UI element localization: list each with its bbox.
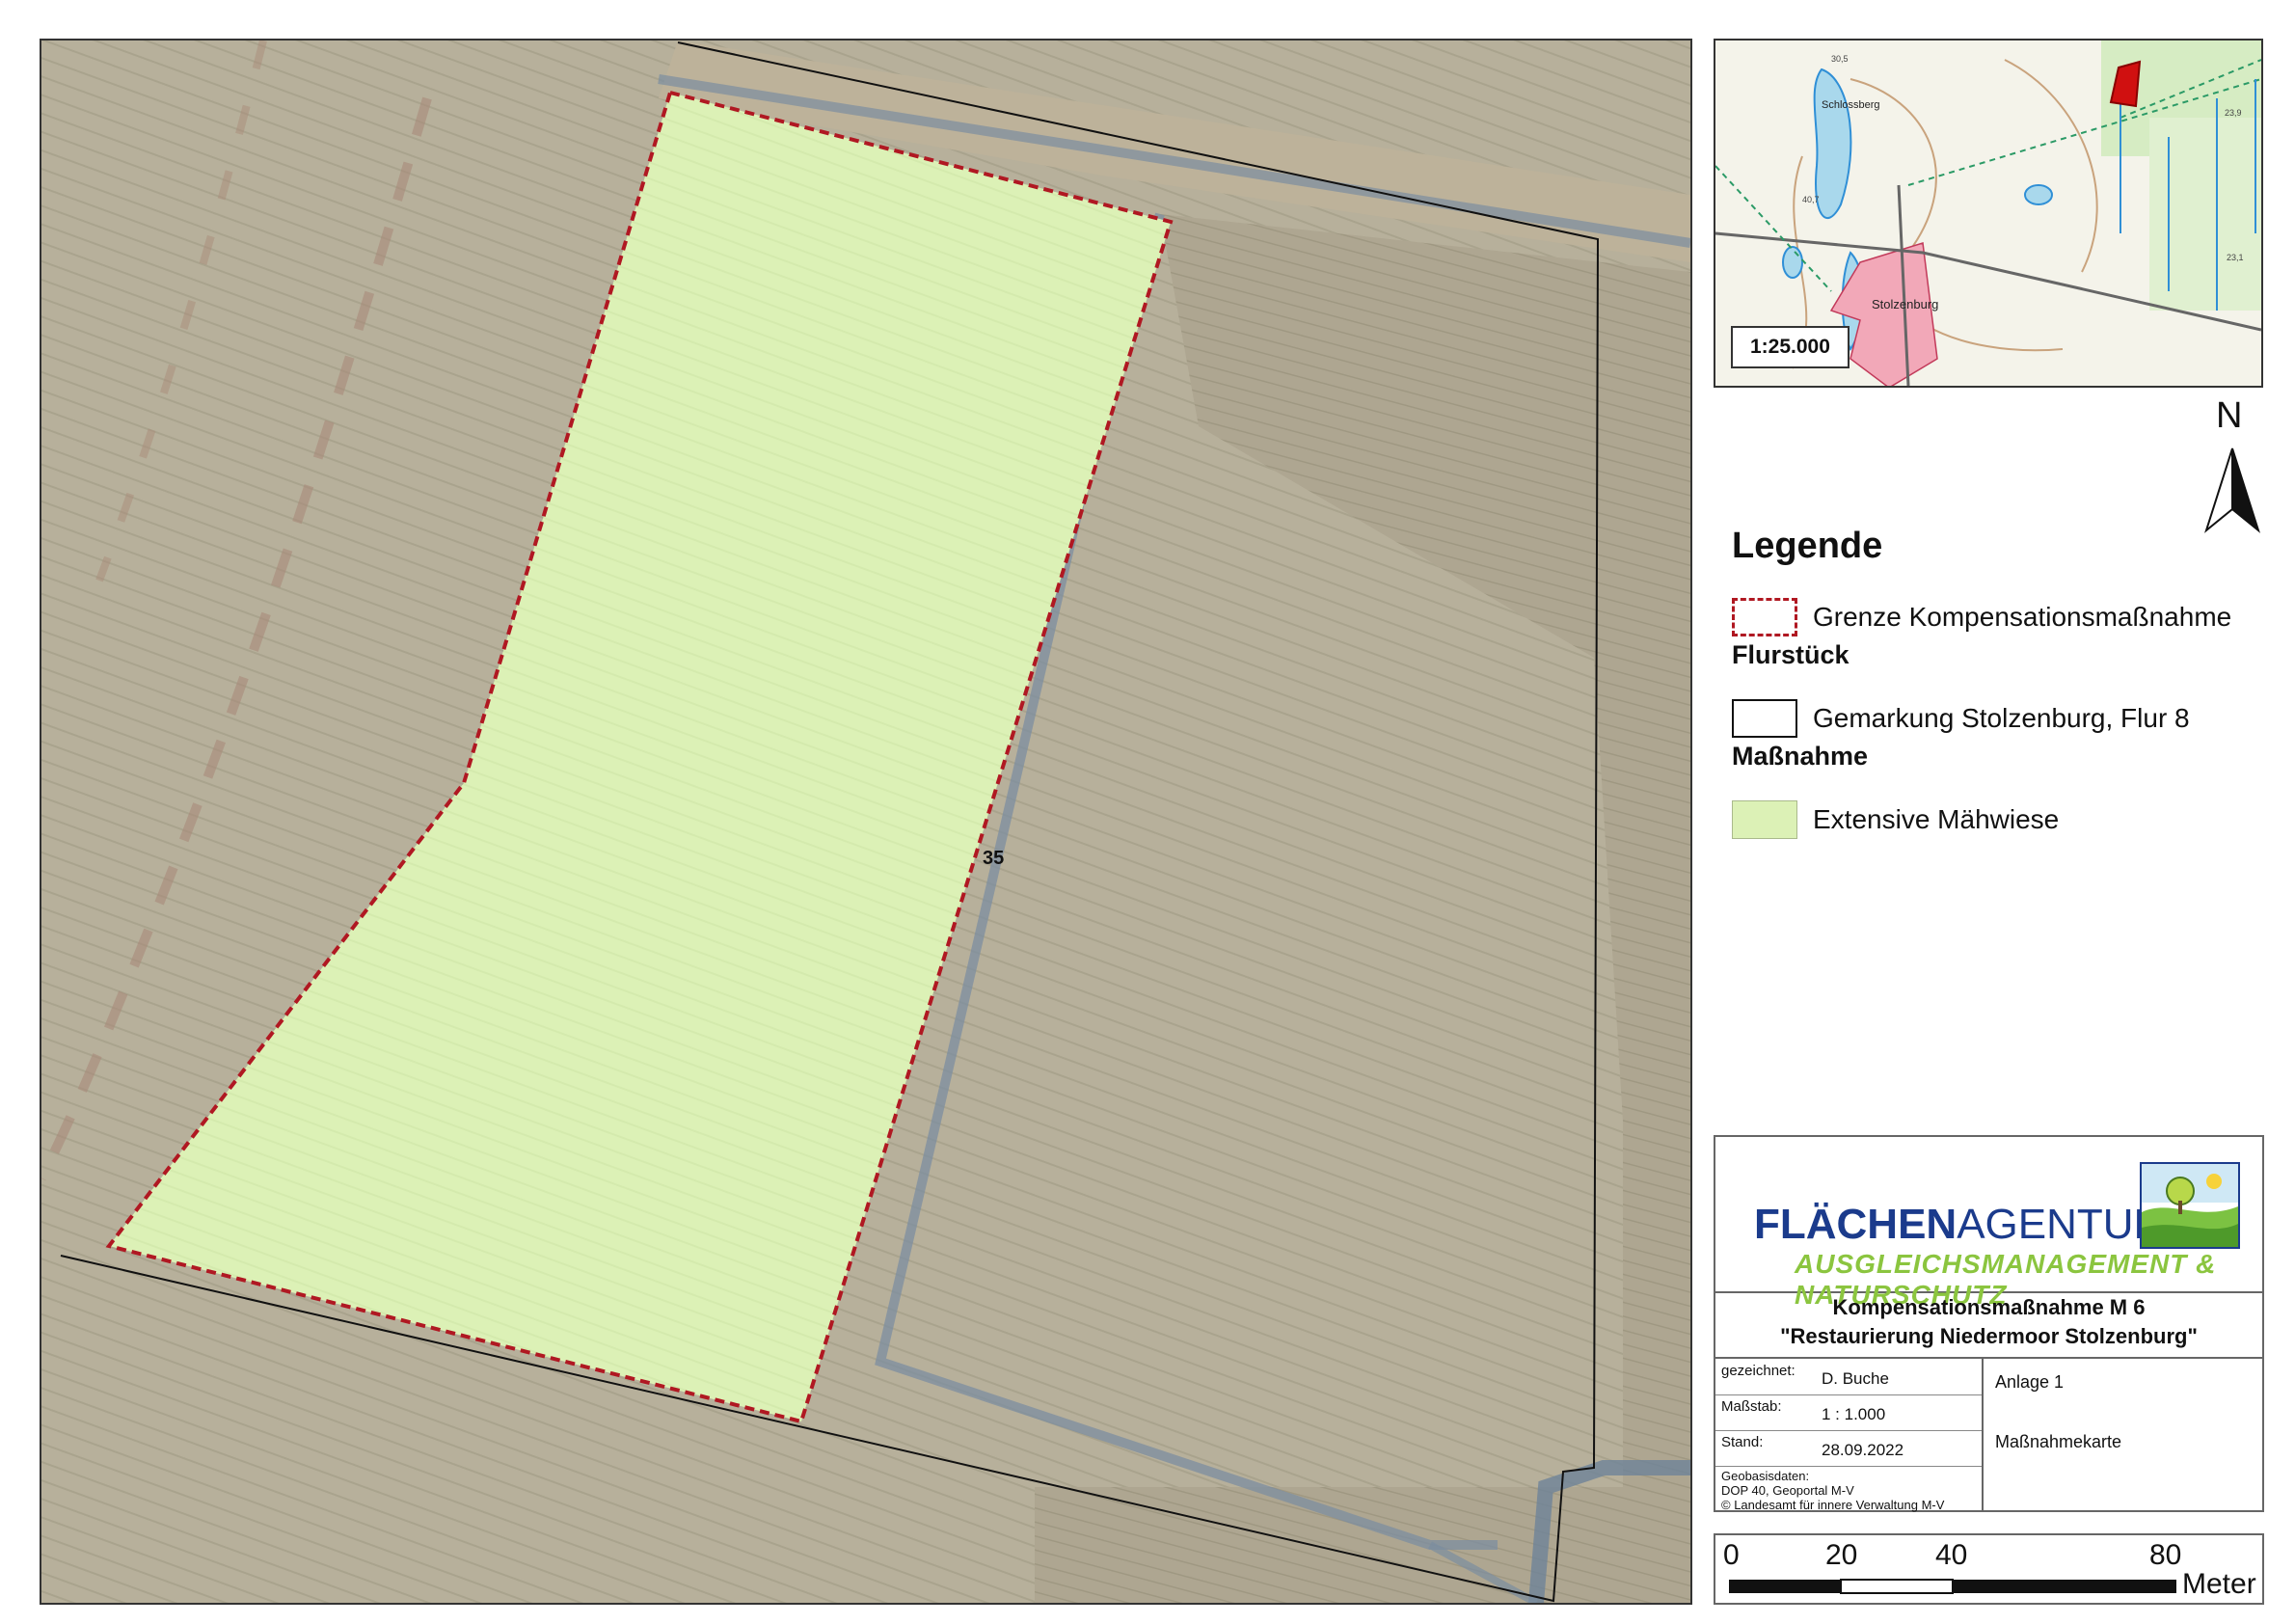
svg-text:30,5: 30,5 <box>1831 54 1849 64</box>
map-type-label: Maßnahmekarte <box>1995 1432 2122 1451</box>
scale-bar-graphic <box>1729 1579 2176 1594</box>
legend-heading-parcel: Flurstück <box>1732 640 1850 669</box>
svg-text:Stolzenburg: Stolzenburg <box>1872 297 1938 311</box>
main-map[interactable]: 35 <box>40 39 1692 1605</box>
map-title-line2: "Restaurierung Niedermoor Stolzenburg" <box>1780 1324 2198 1348</box>
legend-label-parcel: Gemarkung Stolzenburg, Flur 8 <box>1813 703 2190 733</box>
title-block: FLÄCHENAGENTUR MV AUSGLEICHSMANAGEMENT &… <box>1714 1135 2264 1512</box>
svg-text:40,7: 40,7 <box>1802 195 1820 204</box>
legend-label-measure: Extensive Mähwiese <box>1813 804 2060 834</box>
annex-label: Anlage 1 <box>1995 1372 2065 1392</box>
legend-title: Legende <box>1732 526 1883 566</box>
legend-swatch-parcel <box>1732 699 1797 738</box>
legend-heading-measure: Maßnahme <box>1732 742 1869 771</box>
map-title-line1: Kompensationsmaßnahme M 6 <box>1832 1295 2146 1319</box>
legend-item-boundary: Grenze Kompensationsmaßnahme <box>1732 588 2272 646</box>
aerial-photo: 35 <box>41 41 1690 1603</box>
scale-unit-label: Meter <box>2182 1568 2256 1600</box>
info-row-drawn-by: gezeichnet: D. Buche <box>1715 1359 1982 1395</box>
legend-swatch-measure <box>1732 800 1797 839</box>
legend-label-boundary: Grenze Kompensationsmaßnahme <box>1813 602 2232 632</box>
north-arrow-icon <box>2204 447 2260 533</box>
north-arrow: N <box>2199 395 2266 540</box>
overview-map[interactable]: Schlossberg Stolzenburg 30,5 23,9 40,7 2… <box>1714 39 2263 388</box>
parcel-number-label: 35 <box>983 848 1004 869</box>
scale-bar: 0 20 40 80 Meter <box>1714 1533 2264 1605</box>
landscape-logo-icon <box>2140 1162 2240 1249</box>
info-row-date: Stand: 28.09.2022 <box>1715 1430 1982 1467</box>
legend-swatch-boundary <box>1732 598 1797 636</box>
svg-text:23,9: 23,9 <box>2225 108 2242 118</box>
logo: FLÄCHENAGENTUR MV AUSGLEICHSMANAGEMENT &… <box>1715 1137 2262 1310</box>
info-row-scale: Maßstab: 1 : 1.000 <box>1715 1394 1982 1431</box>
legend: Legende Grenze Kompensationsmaßnahme Flu… <box>1732 526 2272 885</box>
svg-text:23,1: 23,1 <box>2227 253 2244 262</box>
map-title: Kompensationsmaßnahme M 6 "Restaurierung… <box>1715 1293 2262 1359</box>
legend-item-parcel: Gemarkung Stolzenburg, Flur 8 <box>1732 690 2272 747</box>
overview-scale-label: 1:25.000 <box>1731 326 1850 368</box>
svg-text:Schlossberg: Schlossberg <box>1822 99 1880 111</box>
drawing-info: gezeichnet: D. Buche Maßstab: 1 : 1.000 … <box>1715 1359 1984 1512</box>
data-source-note: Geobasisdaten: DOP 40, Geoportal M-V © L… <box>1721 1469 1945 1512</box>
legend-item-measure: Extensive Mähwiese <box>1732 791 2272 849</box>
